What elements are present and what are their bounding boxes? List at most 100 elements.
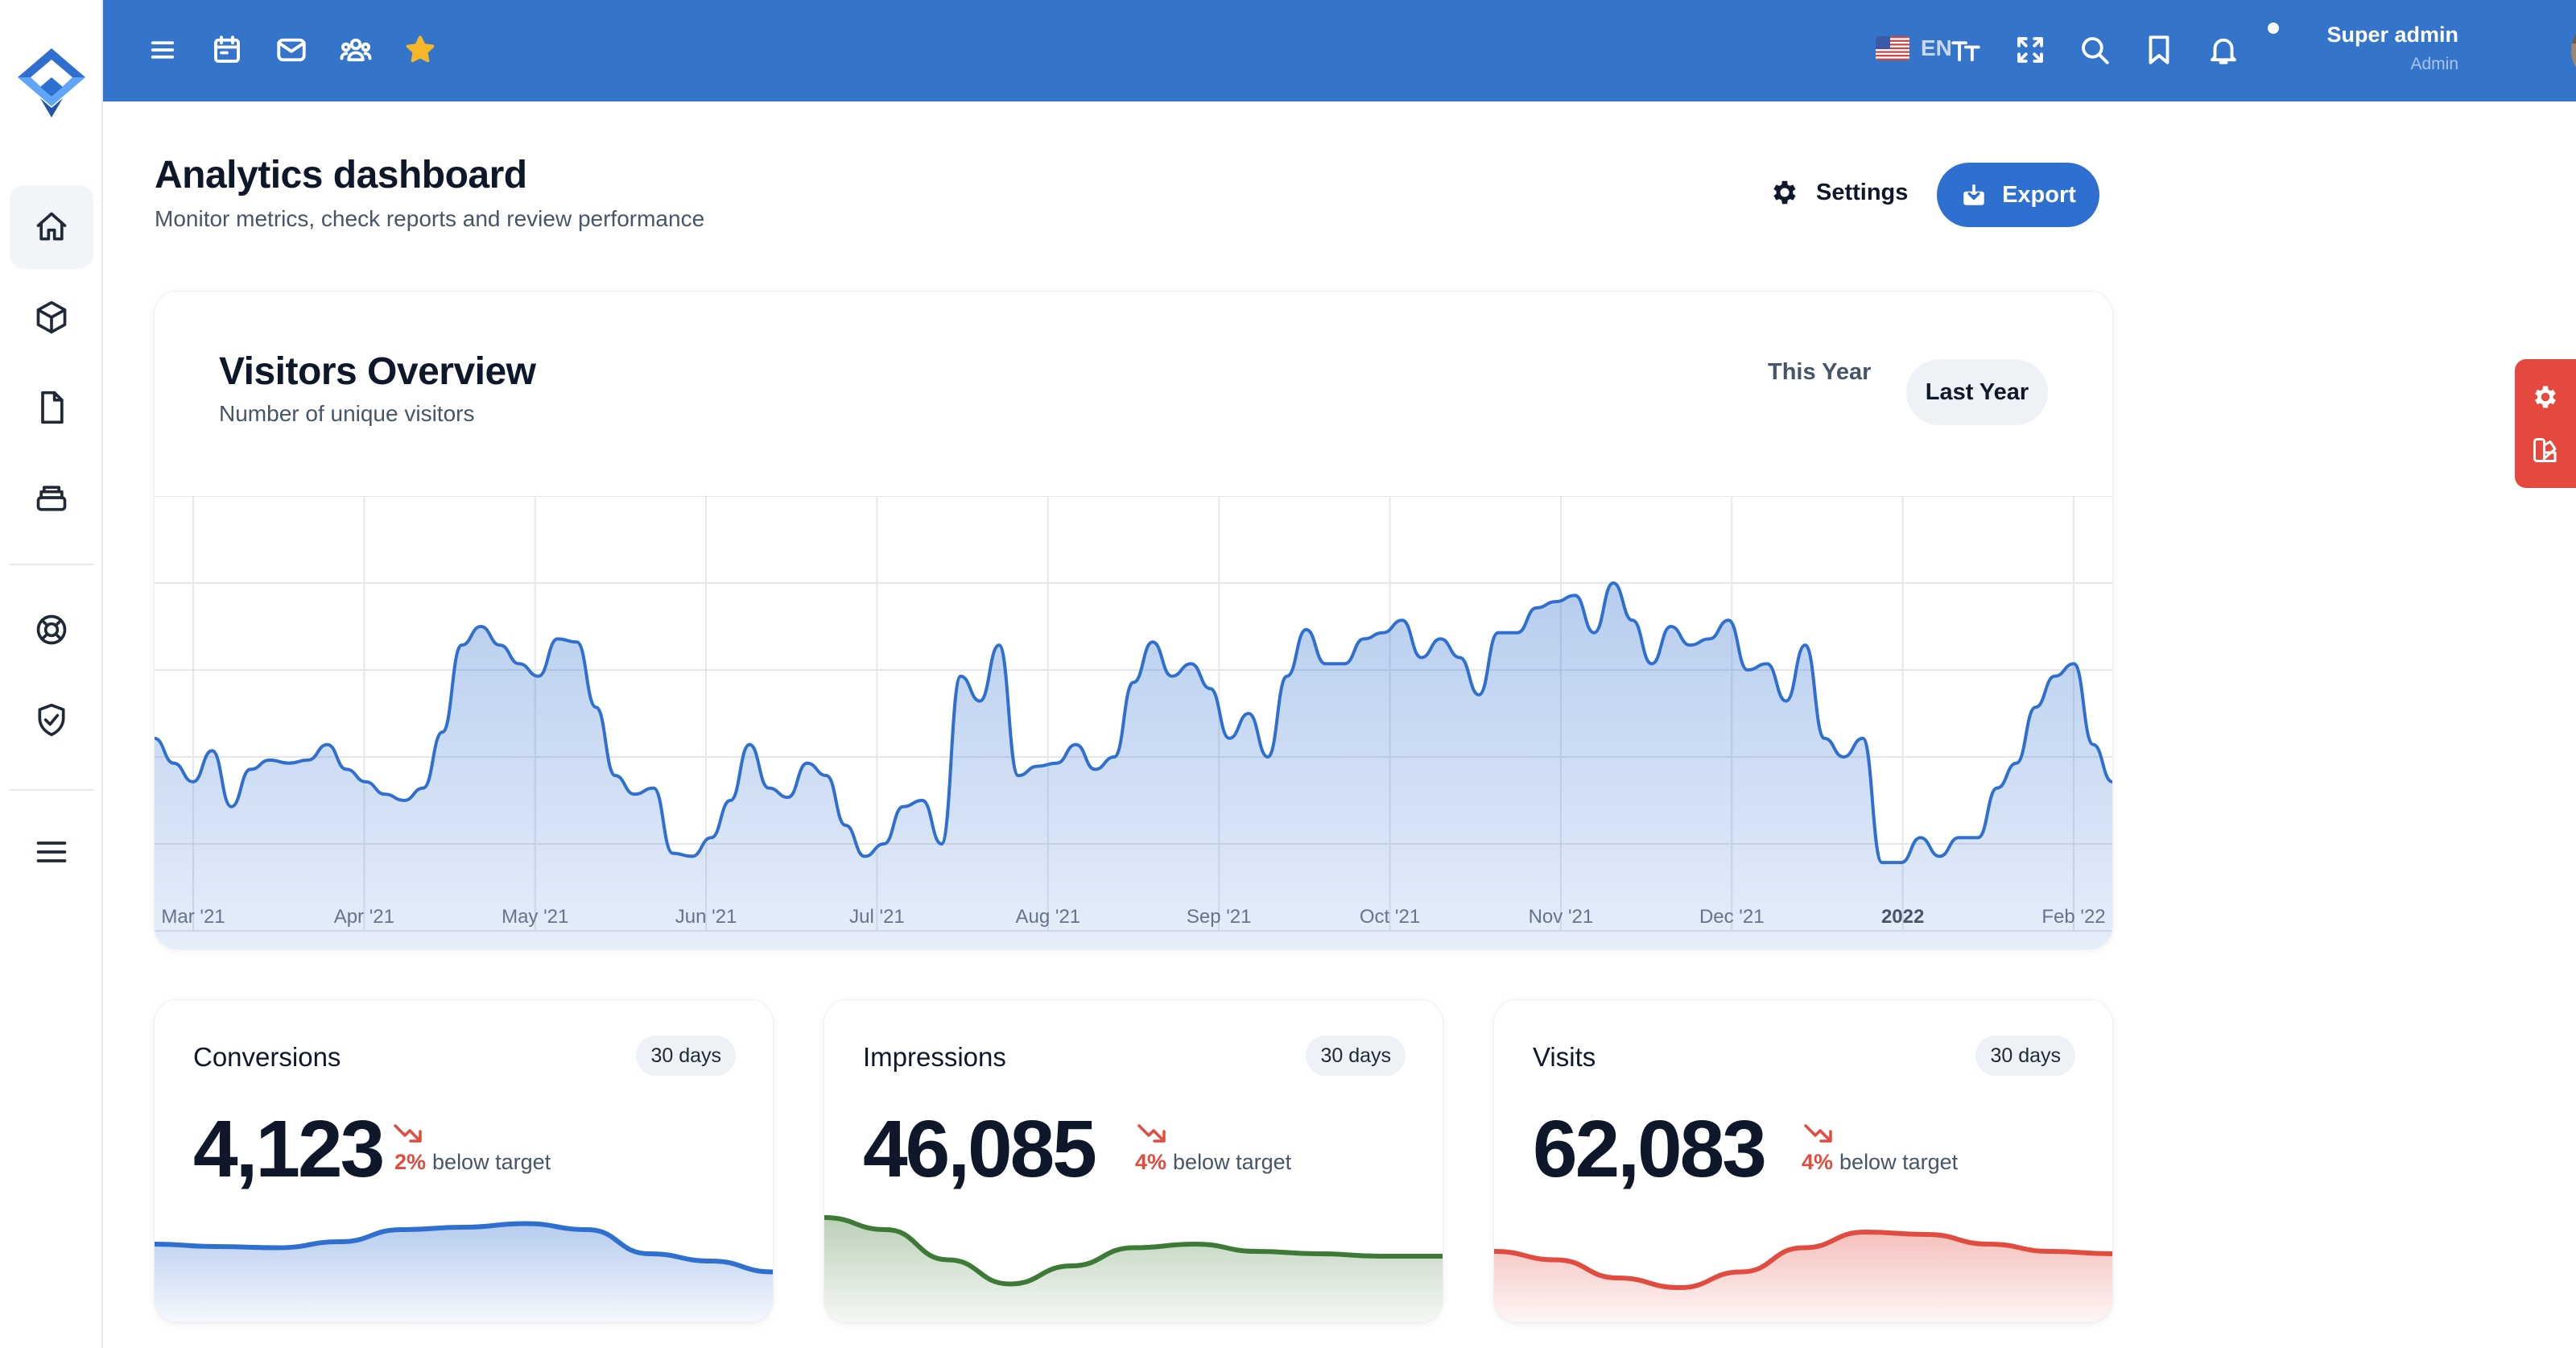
sparkline-area [155, 1223, 773, 1322]
calendar-icon [214, 35, 240, 63]
x-tick-label: Sep '21 [1187, 906, 1252, 928]
visitors-subtitle: Number of unique visitors [219, 401, 475, 426]
search-icon [2082, 37, 2109, 64]
impressions-sparkline [824, 1215, 1443, 1322]
calendar-button[interactable] [208, 31, 246, 69]
delta-text: below target [432, 1150, 551, 1174]
delta-text: below target [1839, 1150, 1959, 1174]
x-tick-label: Jul '21 [849, 906, 905, 928]
stat-value: 46,085 [863, 1104, 1097, 1194]
topbar: EN Super admin Admin [103, 0, 2576, 101]
sidebar-divider [10, 789, 93, 791]
x-tick-label: Feb '22 [2041, 906, 2105, 928]
menu-icon [36, 841, 67, 862]
notification-dot [2268, 23, 2279, 34]
sidebar-item-support[interactable] [10, 588, 93, 672]
sidebar-item-storage[interactable] [10, 456, 93, 540]
stat-value: 4,123 [193, 1104, 385, 1194]
sidebar-item-home[interactable] [10, 185, 93, 269]
conversions-sparkline [155, 1221, 773, 1322]
stat-title: Conversions [193, 1042, 341, 1072]
x-tick-label: Mar '21 [161, 906, 225, 928]
page-subtitle: Monitor metrics, check reports and revie… [155, 206, 705, 231]
x-tick-label: Nov '21 [1529, 906, 1594, 928]
tab-this-year[interactable]: This Year [1768, 359, 1871, 386]
visitors-chart: Mar '21 Apr '21 May '21 Jun '21 Jul '21 Aug '… [155, 496, 2112, 949]
trend-down-icon [393, 1121, 423, 1149]
target-delta: 4% below target [1802, 1150, 1958, 1175]
delta-percent: 4% [1802, 1150, 1834, 1174]
fullscreen-button[interactable] [2011, 31, 2050, 69]
language-selector[interactable]: EN [1876, 35, 1952, 61]
settings-button[interactable]: Settings [1769, 177, 1908, 208]
sidebar-divider [10, 564, 93, 565]
search-button[interactable] [2075, 31, 2114, 69]
delta-percent: 2% [394, 1150, 427, 1174]
theme-icon[interactable] [2531, 436, 2560, 465]
sidebar-item-products[interactable] [10, 275, 93, 359]
trend-down-icon [1137, 1121, 1167, 1149]
font-size-button[interactable] [1946, 31, 1985, 69]
text-size-icon [1951, 41, 1980, 62]
star-icon [406, 35, 435, 63]
impressions-card: Impressions 30 days 46,085 4% below targ… [824, 1000, 1443, 1322]
bookmark-icon [2149, 35, 2169, 64]
gear-icon[interactable] [2531, 382, 2560, 411]
customizer-widget [2515, 359, 2576, 488]
x-tick-label: Apr '21 [334, 906, 394, 928]
fullscreen-icon [2017, 37, 2043, 63]
user-role: Admin [2410, 55, 2458, 73]
x-tick-label: Oct '21 [1360, 906, 1420, 928]
stat-title: Visits [1533, 1042, 1596, 1072]
visits-card: Visits 30 days 62,083 4% below target [1494, 1000, 2112, 1322]
tab-last-year[interactable]: Last Year [1906, 359, 2048, 425]
mail-icon [277, 38, 306, 62]
trend-down-icon [1803, 1121, 1834, 1149]
app-logo[interactable] [16, 47, 87, 119]
cube-icon [36, 300, 67, 334]
home-icon [36, 212, 67, 241]
export-button[interactable]: Export [1937, 163, 2099, 227]
team-button[interactable] [336, 31, 375, 69]
download-icon [1963, 184, 1984, 205]
target-delta: 2% below target [394, 1150, 551, 1175]
page-title: Analytics dashboard [155, 154, 527, 196]
stat-title: Impressions [863, 1042, 1006, 1072]
visitors-overview-card: Visitors Overview Number of unique visit… [155, 292, 2112, 949]
user-name[interactable]: Super admin [2326, 23, 2458, 48]
menu-icon [151, 41, 175, 59]
sidebar [0, 0, 103, 1348]
sidebar-item-documents[interactable] [10, 366, 93, 449]
bookmarks-button[interactable] [2140, 31, 2178, 69]
x-tick-label: 2022 [1881, 906, 1924, 928]
period-badge: 30 days [1975, 1036, 2075, 1076]
archive-icon [36, 486, 67, 511]
sidebar-item-menu[interactable] [10, 810, 93, 894]
avatar[interactable] [2571, 19, 2576, 82]
us-flag-icon [1876, 36, 1909, 60]
file-icon [41, 391, 64, 424]
conversions-card: Conversions 30 days 4,123 2% below targe… [155, 1000, 773, 1322]
bell-icon [2211, 38, 2236, 64]
delta-percent: 4% [1135, 1150, 1167, 1174]
stat-value: 62,083 [1533, 1104, 1767, 1194]
sparkline-area [824, 1218, 1443, 1322]
users-icon [340, 38, 372, 62]
target-delta: 4% below target [1135, 1150, 1291, 1175]
settings-label: Settings [1816, 179, 1909, 205]
x-tick-label: Jun '21 [675, 906, 737, 928]
sidebar-item-security[interactable] [10, 678, 93, 762]
x-tick-label: Dec '21 [1699, 906, 1765, 928]
lifebuoy-icon [36, 614, 67, 645]
visits-sparkline [1494, 1229, 2112, 1322]
period-badge: 30 days [636, 1036, 736, 1076]
export-label: Export [2002, 181, 2076, 208]
mail-button[interactable] [272, 31, 311, 69]
menu-toggle-button[interactable] [143, 31, 182, 69]
favorites-button[interactable] [401, 31, 440, 69]
shield-check-icon [38, 703, 65, 737]
notifications-button[interactable] [2204, 31, 2243, 69]
gear-icon [1773, 180, 1796, 205]
visitors-title: Visitors Overview [219, 350, 536, 393]
x-tick-label: May '21 [502, 906, 568, 928]
